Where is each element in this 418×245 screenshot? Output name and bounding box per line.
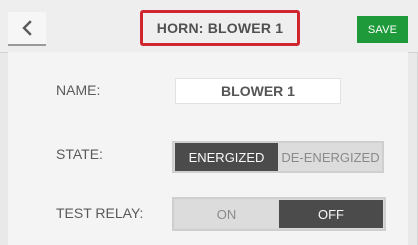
state-toggle: ENERGIZED DE-ENERGIZED [172,141,384,173]
test-relay-option-on[interactable]: ON [175,200,278,228]
test-relay-label: TEST RELAY: [56,205,144,221]
app-window: HORN: BLOWER 1 SAVE NAME: BLOWER 1 STATE… [0,0,418,245]
back-button[interactable] [8,12,46,46]
form-panel: NAME: BLOWER 1 STATE: ENERGIZED DE-ENERG… [8,52,408,245]
name-label: NAME: [56,82,101,98]
chevron-left-icon [20,20,34,36]
name-field[interactable]: BLOWER 1 [175,78,341,104]
page-title: HORN: BLOWER 1 [140,10,300,46]
state-label: STATE: [56,146,103,162]
test-relay-toggle: ON OFF [172,197,386,231]
test-relay-option-off[interactable]: OFF [279,200,383,228]
save-button[interactable]: SAVE [357,16,408,43]
header-bar: HORN: BLOWER 1 SAVE [0,0,418,53]
state-option-de-energized[interactable]: DE-ENERGIZED [279,143,382,171]
state-option-energized[interactable]: ENERGIZED [175,143,278,171]
